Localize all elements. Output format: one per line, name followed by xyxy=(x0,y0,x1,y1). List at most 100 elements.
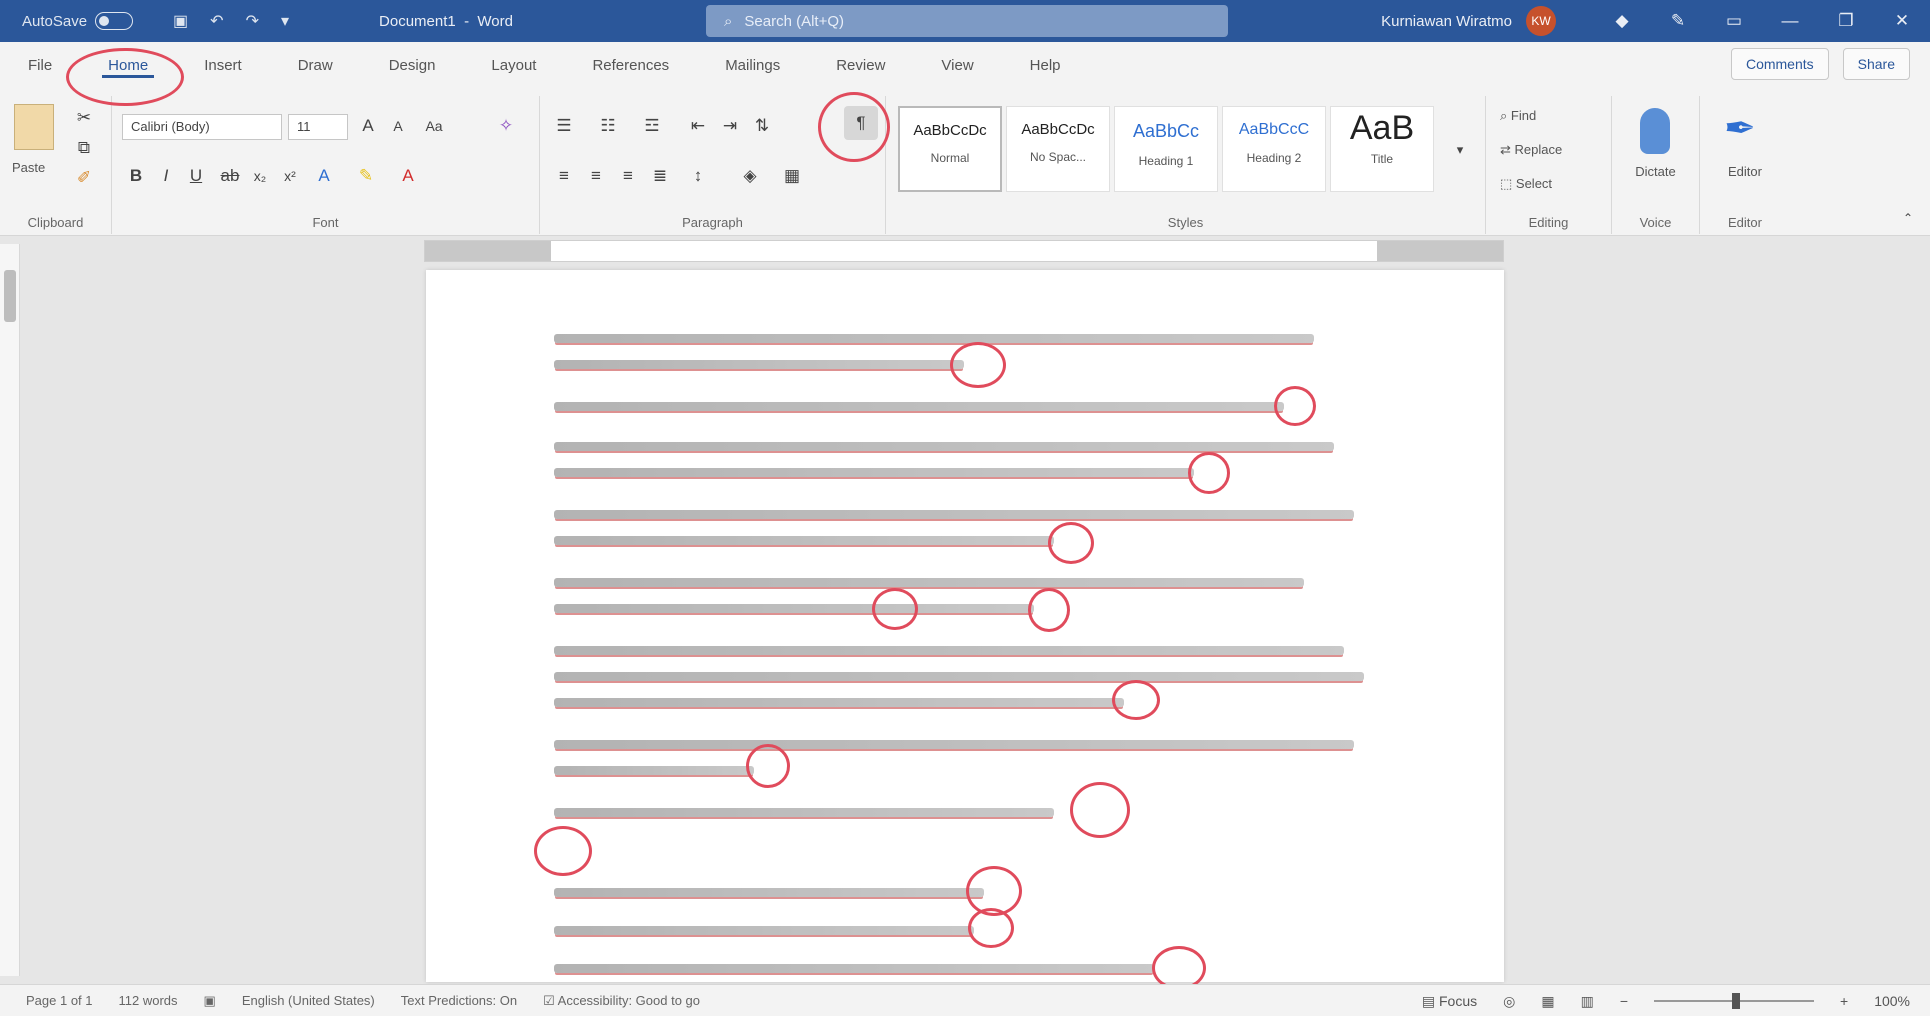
zoom-slider-thumb[interactable] xyxy=(1732,993,1740,1009)
tab-help[interactable]: Help xyxy=(1002,42,1089,88)
tab-view[interactable]: View xyxy=(913,42,1001,88)
accessibility-indicator[interactable]: ☑ Accessibility: Good to go xyxy=(543,993,700,1009)
tab-layout[interactable]: Layout xyxy=(463,42,564,88)
collapse-ribbon-icon[interactable]: ⌃ xyxy=(1894,204,1922,232)
autosave-toggle[interactable]: AutoSave xyxy=(22,12,134,30)
multilevel-list-icon[interactable]: ☲ xyxy=(638,112,666,140)
style-heading-1[interactable]: AaBbCc Heading 1 xyxy=(1114,106,1218,192)
italic-icon[interactable]: I xyxy=(152,162,180,190)
word-count[interactable]: 112 words xyxy=(119,993,178,1008)
align-right-icon[interactable]: ≡ xyxy=(614,162,642,190)
style-normal[interactable]: AaBbCcDc Normal xyxy=(898,106,1002,192)
cut-icon[interactable]: ✂ xyxy=(70,104,98,132)
ribbon-display-icon[interactable]: ▭ xyxy=(1706,11,1762,31)
grow-font-icon[interactable]: A xyxy=(354,112,382,140)
select-button[interactable]: ⬚ Select xyxy=(1500,176,1552,192)
text-predictions-indicator[interactable]: Text Predictions: On xyxy=(401,993,517,1008)
zoom-level[interactable]: 100% xyxy=(1874,993,1910,1009)
numbering-icon[interactable]: ☷ xyxy=(594,112,622,140)
editor-button[interactable]: Editor xyxy=(1700,164,1790,179)
style-title[interactable]: AaB Title xyxy=(1330,106,1434,192)
style-no-spacing[interactable]: AaBbCcDc No Spac... xyxy=(1006,106,1110,192)
microphone-icon[interactable] xyxy=(1640,108,1670,154)
bullets-icon[interactable]: ☰ xyxy=(550,112,578,140)
editor-pen-icon[interactable]: ✒ xyxy=(1724,106,1756,151)
text-line xyxy=(554,964,1154,973)
shrink-font-icon[interactable]: A xyxy=(384,112,412,140)
avatar[interactable]: KW xyxy=(1526,6,1556,36)
shading-icon[interactable]: ◈ xyxy=(736,162,764,190)
highlight-icon[interactable]: ✎ xyxy=(352,162,380,190)
subscript-icon[interactable]: x₂ xyxy=(246,162,274,190)
pen-icon[interactable]: ✎ xyxy=(1650,11,1706,31)
redo-icon[interactable]: ↷ xyxy=(246,11,259,31)
document-name: Document1 xyxy=(379,12,456,30)
save-icon[interactable]: ▣ xyxy=(173,11,188,31)
vertical-scroll-thumb[interactable] xyxy=(4,270,16,322)
change-case-icon[interactable]: Aa xyxy=(420,112,448,140)
zoom-out-icon[interactable]: − xyxy=(1620,993,1628,1009)
format-painter-icon[interactable]: ✐ xyxy=(70,164,98,192)
toggle-switch-icon[interactable] xyxy=(95,12,134,30)
left-margin-marker[interactable] xyxy=(425,241,551,261)
clear-formatting-icon[interactable]: ✧ xyxy=(492,112,520,140)
sort-icon[interactable]: ⇅ xyxy=(748,112,776,140)
line-spacing-icon[interactable]: ↕ xyxy=(684,162,712,190)
zoom-slider[interactable] xyxy=(1654,993,1814,1009)
tab-insert[interactable]: Insert xyxy=(176,42,270,88)
right-margin-marker[interactable] xyxy=(1377,241,1503,261)
tab-draw[interactable]: Draw xyxy=(270,42,361,88)
tab-design[interactable]: Design xyxy=(361,42,464,88)
find-button[interactable]: ⌕ Find xyxy=(1500,108,1536,124)
customize-toolbar-icon[interactable]: ▾ xyxy=(281,11,289,31)
text-line xyxy=(554,698,1124,707)
underline-icon[interactable]: U xyxy=(182,162,210,190)
focus-button[interactable]: ▤ Focus xyxy=(1422,993,1477,1010)
proofing-icon[interactable]: ▣ xyxy=(204,993,216,1009)
web-layout-icon[interactable]: ▥ xyxy=(1581,993,1594,1010)
read-mode-icon[interactable]: ◎ xyxy=(1503,993,1515,1010)
paste-icon[interactable] xyxy=(14,104,54,150)
page-count[interactable]: Page 1 of 1 xyxy=(26,993,93,1008)
align-center-icon[interactable]: ≡ xyxy=(582,162,610,190)
zoom-in-icon[interactable]: + xyxy=(1840,993,1848,1009)
share-button[interactable]: Share xyxy=(1842,48,1910,80)
font-color-icon[interactable]: A xyxy=(394,162,422,190)
minimize-icon[interactable]: — xyxy=(1762,11,1818,31)
close-icon[interactable]: ✕ xyxy=(1874,11,1930,31)
language-indicator[interactable]: English (United States) xyxy=(242,993,375,1008)
bold-icon[interactable]: B xyxy=(122,162,150,190)
tab-mailings[interactable]: Mailings xyxy=(697,42,808,88)
select-label: Select xyxy=(1515,176,1553,191)
font-name-select[interactable]: Calibri (Body) xyxy=(122,114,282,140)
text-line xyxy=(554,442,1334,451)
comments-button[interactable]: Comments xyxy=(1730,48,1829,80)
lightbulb-icon[interactable]: ◆ xyxy=(1594,11,1650,31)
replace-button[interactable]: ⇄ Replace xyxy=(1500,142,1562,158)
restore-icon[interactable]: ❐ xyxy=(1818,11,1874,31)
tab-references[interactable]: References xyxy=(564,42,697,88)
text-effects-icon[interactable]: A xyxy=(310,162,338,190)
vertical-ruler xyxy=(0,244,20,976)
search-box[interactable]: ⌕ Search (Alt+Q) xyxy=(706,5,1228,37)
dictate-button[interactable]: Dictate xyxy=(1612,164,1699,179)
styles-scroll-icon[interactable]: ▾ xyxy=(1446,136,1474,164)
borders-icon[interactable]: ▦ xyxy=(778,162,806,190)
print-layout-icon[interactable]: ▦ xyxy=(1541,993,1554,1010)
copy-icon[interactable]: ⧉ xyxy=(70,134,98,162)
decrease-indent-icon[interactable]: ⇤ xyxy=(684,112,712,140)
undo-icon[interactable]: ↶ xyxy=(210,11,223,31)
tab-review[interactable]: Review xyxy=(808,42,913,88)
superscript-icon[interactable]: x² xyxy=(276,162,304,190)
user-name[interactable]: Kurniawan Wiratmo xyxy=(1381,13,1512,30)
increase-indent-icon[interactable]: ⇥ xyxy=(716,112,744,140)
align-left-icon[interactable]: ≡ xyxy=(550,162,578,190)
font-size-select[interactable]: 11 xyxy=(288,114,348,140)
paste-button[interactable]: Paste xyxy=(12,160,45,175)
justify-icon[interactable]: ≣ xyxy=(646,162,674,190)
clipboard-group: Paste ✂ ⧉ ✐ Clipboard xyxy=(0,96,112,234)
find-icon: ⌕ xyxy=(1500,108,1511,123)
style-title-sample: AaB xyxy=(1349,109,1415,147)
style-heading-2[interactable]: AaBbCcC Heading 2 xyxy=(1222,106,1326,192)
strikethrough-icon[interactable]: ab xyxy=(216,162,244,190)
